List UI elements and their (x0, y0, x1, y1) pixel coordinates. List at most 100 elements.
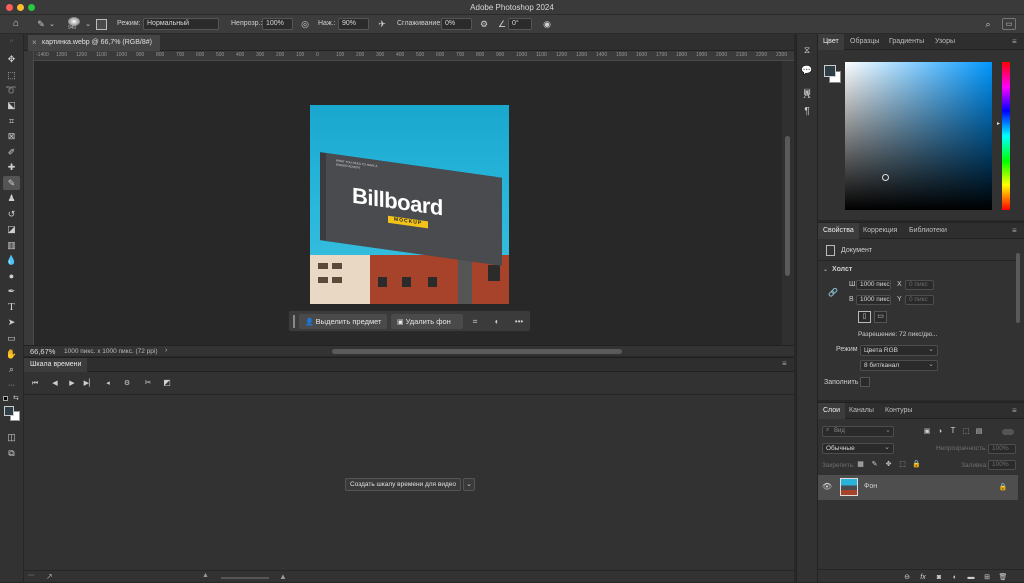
pressure-size-icon[interactable]: ◉ (541, 18, 553, 30)
tab-layers[interactable]: Слои (818, 403, 846, 419)
eyedropper-tool-icon[interactable]: ✐ (3, 145, 20, 159)
horizontal-ruler[interactable]: -1400 1300 1200 1100 1000 900 800 700 600 500 400 3… (34, 51, 794, 61)
timecode-icon[interactable]: ◦◦◦ (28, 573, 34, 579)
color-field[interactable] (845, 62, 992, 210)
layer-filter-select[interactable]: ⌕ Вид ⌄ (822, 426, 894, 437)
zoom-level[interactable]: 66,67% (30, 347, 55, 356)
filter-adjustment-icon[interactable]: ◑ (935, 426, 945, 436)
paragraph-icon[interactable]: ¶ (801, 106, 813, 118)
close-icon[interactable]: × (32, 35, 37, 51)
home-icon[interactable]: ⌂ (10, 18, 22, 30)
more-options-icon[interactable]: ••• (513, 316, 525, 328)
stamp-tool-icon[interactable]: ♟ (3, 191, 20, 205)
tab-paths[interactable]: Контуры (880, 403, 917, 419)
new-layer-icon[interactable]: ⊞ (982, 572, 992, 582)
zoom-out-icon[interactable]: ▲ (202, 572, 209, 579)
zoom-window-button[interactable] (28, 4, 35, 11)
split-clip-icon[interactable]: ✂ (143, 378, 153, 388)
healing-brush-tool-icon[interactable]: ✚ (3, 160, 20, 174)
minimize-window-button[interactable] (17, 4, 24, 11)
y-field[interactable]: 0 пикс (905, 295, 934, 305)
tab-libraries[interactable]: Библиотеки (904, 223, 952, 239)
bit-depth-select[interactable]: 8 бит/канал (860, 360, 938, 371)
gradient-tool-icon[interactable]: ▥ (3, 238, 20, 252)
landscape-orientation-icon[interactable]: ▭ (874, 311, 887, 323)
history-icon[interactable]: ⧖ (801, 44, 813, 56)
document-tab[interactable]: × картинка.webp @ 66,7% (RGB/8#) (28, 35, 160, 51)
tab-gradients[interactable]: Градиенты (884, 34, 929, 50)
height-field[interactable]: 1000 пикс (856, 295, 891, 305)
link-layers-icon[interactable]: ⊖ (902, 572, 912, 582)
filter-pixel-icon[interactable]: ▣ (922, 426, 932, 436)
new-group-icon[interactable]: ▬ (966, 572, 976, 582)
timeline-zoom-slider[interactable] (221, 577, 269, 579)
timeline-tab[interactable]: Шкала времени (24, 358, 88, 372)
mode-select[interactable]: Нормальный (143, 18, 219, 30)
brush-settings-icon[interactable] (96, 19, 107, 30)
zoom-tool-icon[interactable]: ⌕ (3, 362, 20, 376)
timeline-type-dropdown[interactable]: ⌄ (463, 478, 475, 491)
lasso-tool-icon[interactable]: ➰ (3, 83, 20, 97)
adjustment-layer-icon[interactable]: ◐ (950, 572, 960, 582)
eye-icon[interactable]: 👁 (822, 482, 832, 492)
x-field[interactable]: 0 пикс (905, 280, 934, 290)
create-timeline-button[interactable]: Создать шкалу времени для видео (345, 478, 461, 491)
crop-tool-icon[interactable]: ⌗ (3, 114, 20, 128)
next-frame-icon[interactable]: ▶▏ (84, 378, 95, 388)
blend-mode-select[interactable]: Обычные (822, 443, 894, 454)
toolbar-grip[interactable]: ›› (3, 38, 20, 44)
hue-slider[interactable] (1002, 62, 1010, 210)
chevron-down-icon[interactable]: ⌄ (823, 266, 828, 273)
adjustment-icon[interactable]: ◐ (491, 316, 503, 328)
airbrush-icon[interactable]: ✈ (376, 18, 388, 30)
pressure-field[interactable]: 90% (338, 18, 369, 30)
brush-tool-icon[interactable]: ✎ (35, 18, 47, 30)
shape-tool-icon[interactable]: ▭ (3, 331, 20, 345)
panel-menu-icon[interactable]: ≡ (1012, 406, 1017, 415)
audio-icon[interactable]: ◂ (103, 378, 113, 388)
lock-transparency-icon[interactable]: ▦ (856, 460, 865, 469)
link-icon[interactable]: 🔗 (828, 288, 838, 297)
close-window-button[interactable] (6, 4, 13, 11)
portrait-orientation-icon[interactable]: ▯ (858, 311, 871, 323)
transition-icon[interactable]: ◩ (162, 378, 172, 388)
angle-field[interactable]: 0° (508, 18, 532, 30)
panel-menu-icon[interactable]: ≡ (1012, 37, 1017, 46)
tab-patterns[interactable]: Узоры (930, 34, 960, 50)
history-brush-tool-icon[interactable]: ↺ (3, 207, 20, 221)
quick-mask-icon[interactable]: ◫ (3, 430, 20, 444)
screen-mode-icon[interactable]: ⧉ (3, 446, 20, 460)
color-mode-select[interactable]: Цвета RGB (860, 345, 938, 356)
foreground-color-chip[interactable] (824, 65, 836, 77)
path-select-tool-icon[interactable]: ➤ (3, 315, 20, 329)
filter-type-icon[interactable]: T (948, 426, 958, 436)
tab-swatches[interactable]: Образцы (845, 34, 884, 50)
settings-icon[interactable]: ⚙ (122, 378, 132, 388)
drag-handle[interactable] (293, 315, 295, 328)
lock-pixels-icon[interactable]: ✎ (870, 460, 879, 469)
frame-tool-icon[interactable]: ⊠ (3, 129, 20, 143)
vertical-ruler[interactable] (24, 51, 34, 345)
document-image[interactable]: WHAT YOU NEED TO HAVE A BIGGER ADVERT Bi… (310, 105, 509, 304)
gear-icon[interactable]: ⚙ (478, 18, 490, 30)
default-colors-icon[interactable] (3, 396, 8, 401)
dodge-tool-icon[interactable]: ● (3, 269, 20, 283)
brush-picker-dropdown[interactable]: ⌄ (84, 18, 92, 30)
eraser-tool-icon[interactable]: ◪ (3, 222, 20, 236)
type-tool-icon[interactable]: T (3, 300, 20, 314)
trash-icon[interactable]: 🗑 (998, 572, 1008, 582)
play-icon[interactable]: ▶ (67, 378, 77, 388)
canvas-area[interactable]: WHAT YOU NEED TO HAVE A BIGGER ADVERT Bi… (34, 61, 782, 345)
vertical-scrollbar[interactable] (782, 61, 794, 345)
filter-shape-icon[interactable]: ⬚ (961, 426, 971, 436)
hue-slider-handle[interactable]: ▸ (997, 120, 1000, 127)
object-select-tool-icon[interactable]: ⬕ (3, 98, 20, 112)
blur-tool-icon[interactable]: 💧 (3, 253, 20, 267)
layer-style-icon[interactable]: fx (918, 572, 928, 582)
hand-tool-icon[interactable]: ✋ (3, 347, 20, 361)
smoothing-field[interactable]: 0% (441, 18, 472, 30)
previous-frame-icon[interactable]: ◀ (50, 378, 60, 388)
panel-menu-icon[interactable]: ≡ (782, 359, 787, 368)
workspace-icon[interactable]: ▭ (1002, 18, 1016, 30)
filter-smart-object-icon[interactable]: ▤ (974, 426, 984, 436)
